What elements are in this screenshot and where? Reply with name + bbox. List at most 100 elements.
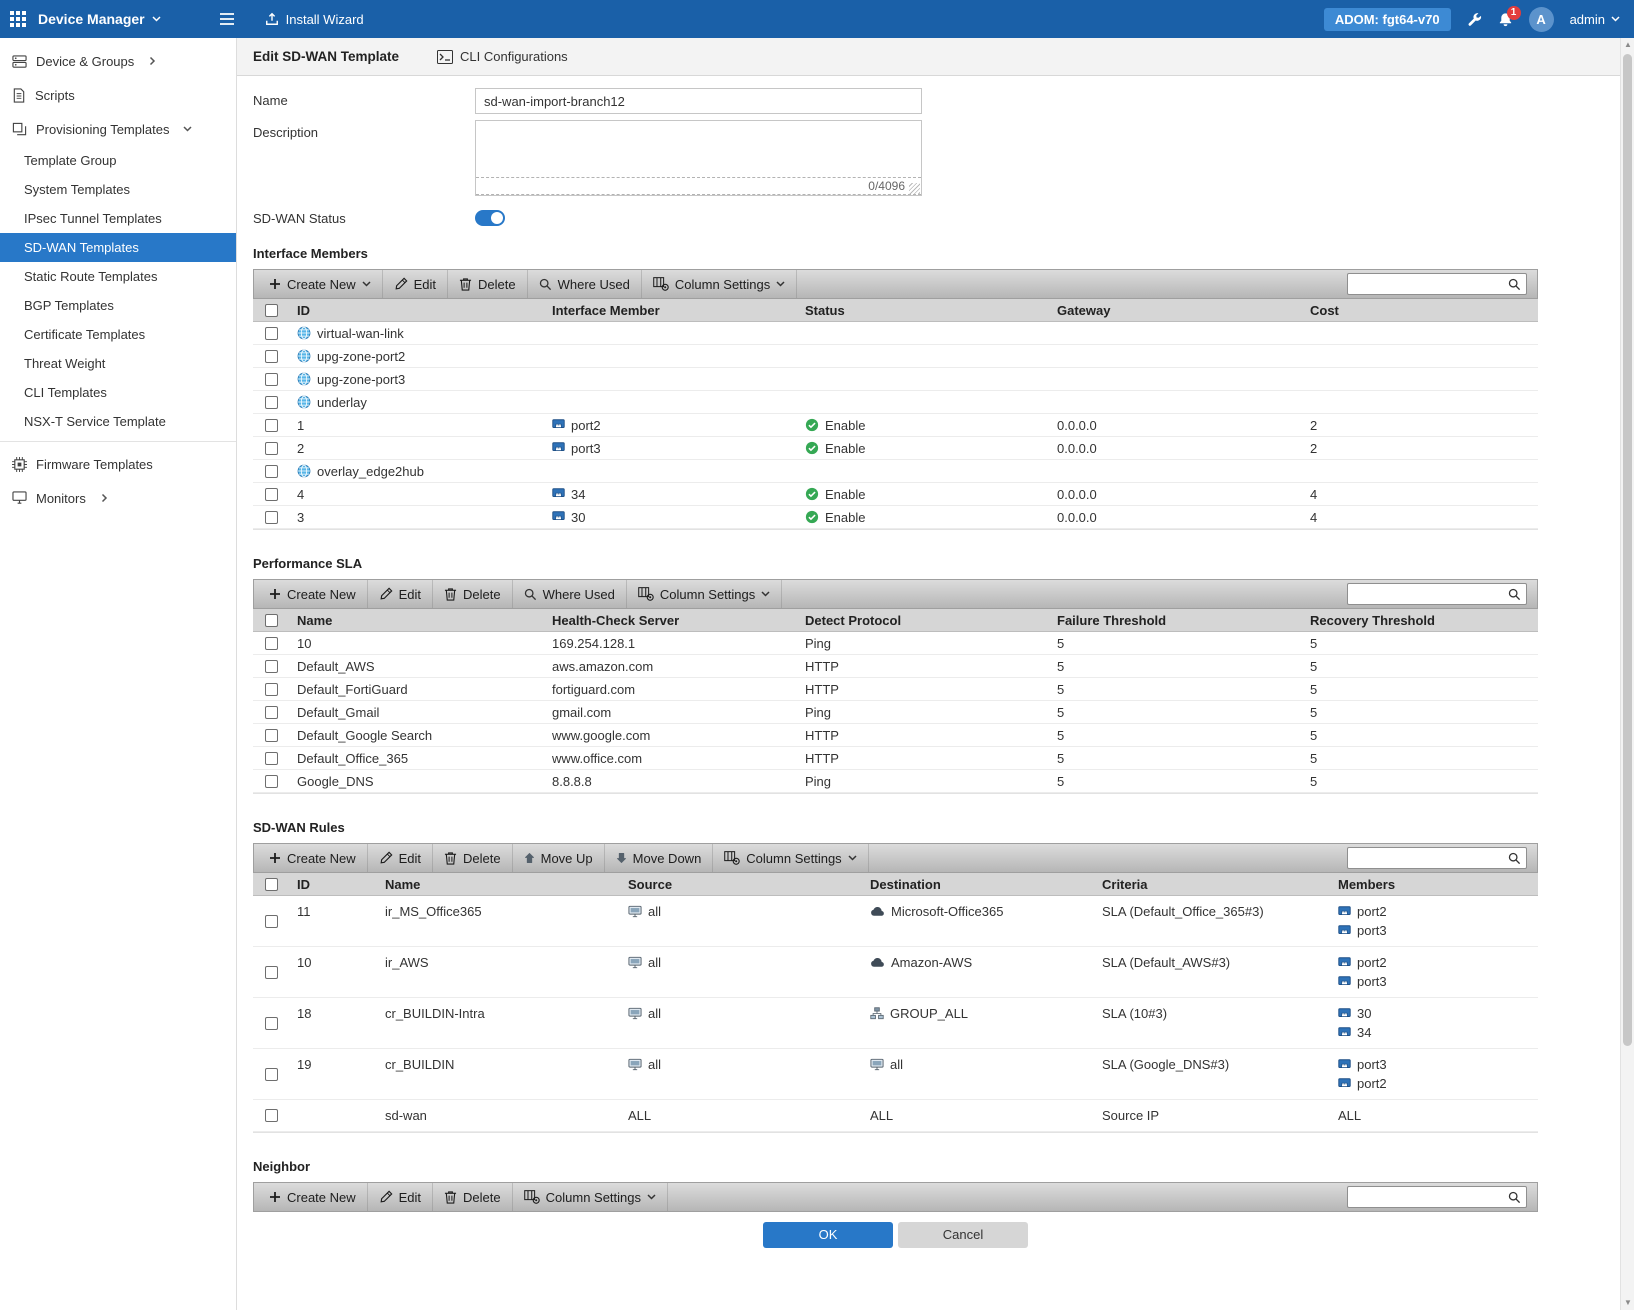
row-checkbox[interactable]	[265, 660, 278, 673]
select-all-checkbox[interactable]	[265, 614, 278, 627]
column-settings-button[interactable]: Column Settings	[627, 580, 782, 608]
table-row[interactable]: 1port2Enable0.0.0.02	[253, 414, 1538, 437]
table-row[interactable]: 19cr_BUILDINallallSLA (Google_DNS#3)port…	[253, 1049, 1538, 1100]
sidebar-item-firmware-templates[interactable]: Firmware Templates	[0, 447, 236, 481]
where-used-button[interactable]: Where Used	[528, 270, 642, 298]
column-header-gateway[interactable]: Gateway	[1049, 303, 1302, 318]
table-row[interactable]: Default_Google Searchwww.google.comHTTP5…	[253, 724, 1538, 747]
column-settings-button[interactable]: Column Settings	[642, 270, 797, 298]
row-checkbox[interactable]	[265, 683, 278, 696]
sidebar-item-device-groups[interactable]: Device & Groups	[0, 44, 236, 78]
table-row[interactable]: upg-zone-port3	[253, 368, 1538, 391]
column-header-criteria[interactable]: Criteria	[1094, 877, 1330, 892]
table-row[interactable]: 10ir_AWSallAmazon-AWSSLA (Default_AWS#3)…	[253, 947, 1538, 998]
resize-handle-icon[interactable]	[909, 183, 920, 194]
search-input[interactable]	[1355, 277, 1508, 291]
row-checkbox[interactable]	[265, 706, 278, 719]
row-checkbox[interactable]	[265, 729, 278, 742]
sdwan-status-toggle[interactable]	[475, 210, 505, 226]
column-header-health-check-server[interactable]: Health-Check Server	[544, 613, 797, 628]
row-checkbox[interactable]	[265, 488, 278, 501]
cancel-button[interactable]: Cancel	[898, 1222, 1028, 1248]
row-checkbox[interactable]	[265, 752, 278, 765]
create-new-button[interactable]: Create New	[258, 270, 383, 298]
app-grid-icon[interactable]	[10, 11, 26, 27]
table-row[interactable]: 18cr_BUILDIN-IntraallGROUP_ALLSLA (10#3)…	[253, 998, 1538, 1049]
name-input[interactable]	[475, 88, 922, 114]
table-row[interactable]: 434Enable0.0.0.04	[253, 483, 1538, 506]
column-header-source[interactable]: Source	[620, 877, 862, 892]
sidebar-item-ipsec-tunnel-templates[interactable]: IPsec Tunnel Templates	[0, 204, 236, 233]
row-checkbox[interactable]	[265, 637, 278, 650]
scroll-up-arrow[interactable]: ▲	[1621, 38, 1634, 52]
sidebar-item-cli-templates[interactable]: CLI Templates	[0, 378, 236, 407]
table-row[interactable]: sd-wanALLALLSource IPALL	[253, 1100, 1538, 1132]
ok-button[interactable]: OK	[763, 1222, 893, 1248]
sidebar-item-certificate-templates[interactable]: Certificate Templates	[0, 320, 236, 349]
row-checkbox[interactable]	[265, 775, 278, 788]
select-all-checkbox[interactable]	[265, 304, 278, 317]
table-row[interactable]: Default_Office_365www.office.comHTTP55	[253, 747, 1538, 770]
row-checkbox[interactable]	[265, 419, 278, 432]
delete-button[interactable]: Delete	[448, 270, 528, 298]
table-row[interactable]: overlay_edge2hub	[253, 460, 1538, 483]
tools-button[interactable]	[1467, 12, 1482, 27]
edit-button[interactable]: Edit	[368, 1183, 433, 1211]
edit-button[interactable]: Edit	[368, 580, 433, 608]
column-header-name[interactable]: Name	[289, 613, 544, 628]
column-header-recovery-threshold[interactable]: Recovery Threshold	[1302, 613, 1538, 628]
column-header-failure-threshold[interactable]: Failure Threshold	[1049, 613, 1302, 628]
column-header-members[interactable]: Members	[1330, 877, 1538, 892]
column-header-cost[interactable]: Cost	[1302, 303, 1538, 318]
column-settings-button[interactable]: Column Settings	[513, 1183, 668, 1211]
column-header-status[interactable]: Status	[797, 303, 1049, 318]
row-checkbox[interactable]	[265, 966, 278, 979]
row-checkbox[interactable]	[265, 1068, 278, 1081]
sidebar-item-nsx-t-service-template[interactable]: NSX-T Service Template	[0, 407, 236, 436]
row-checkbox[interactable]	[265, 396, 278, 409]
delete-button[interactable]: Delete	[433, 580, 513, 608]
avatar[interactable]: A	[1529, 7, 1554, 32]
column-header-name[interactable]: Name	[377, 877, 620, 892]
table-row[interactable]: Default_FortiGuardfortiguard.comHTTP55	[253, 678, 1538, 701]
delete-button[interactable]: Delete	[433, 1183, 513, 1211]
column-header-id[interactable]: ID	[289, 877, 377, 892]
sidebar-item-sd-wan-templates[interactable]: SD-WAN Templates	[0, 233, 236, 262]
adom-badge[interactable]: ADOM: fgt64-v70	[1324, 8, 1451, 31]
create-new-button[interactable]: Create New	[258, 844, 368, 872]
table-row[interactable]: upg-zone-port2	[253, 345, 1538, 368]
table-row[interactable]: virtual-wan-link	[253, 322, 1538, 345]
column-header-detect-protocol[interactable]: Detect Protocol	[797, 613, 1049, 628]
row-checkbox[interactable]	[265, 1017, 278, 1030]
column-settings-button[interactable]: Column Settings	[713, 844, 868, 872]
sidebar-item-static-route-templates[interactable]: Static Route Templates	[0, 262, 236, 291]
table-row[interactable]: 10169.254.128.1Ping55	[253, 632, 1538, 655]
move-up-button[interactable]: Move Up	[513, 844, 605, 872]
search-input[interactable]	[1355, 851, 1508, 865]
sidebar-item-template-group[interactable]: Template Group	[0, 146, 236, 175]
table-row[interactable]: Google_DNS8.8.8.8Ping55	[253, 770, 1538, 793]
description-input[interactable]	[476, 121, 921, 177]
row-checkbox[interactable]	[265, 350, 278, 363]
sidebar-item-system-templates[interactable]: System Templates	[0, 175, 236, 204]
table-row[interactable]: Default_AWSaws.amazon.comHTTP55	[253, 655, 1538, 678]
column-header-destination[interactable]: Destination	[862, 877, 1094, 892]
move-down-button[interactable]: Move Down	[605, 844, 714, 872]
row-checkbox[interactable]	[265, 327, 278, 340]
cli-configurations-button[interactable]: CLI Configurations	[437, 49, 568, 64]
row-checkbox[interactable]	[265, 465, 278, 478]
sidebar-item-scripts[interactable]: Scripts	[0, 78, 236, 112]
table-row[interactable]: underlay	[253, 391, 1538, 414]
sidebar-item-monitors[interactable]: Monitors	[0, 481, 236, 515]
scroll-down-arrow[interactable]: ▼	[1621, 1296, 1634, 1310]
edit-button[interactable]: Edit	[383, 270, 448, 298]
row-checkbox[interactable]	[265, 511, 278, 524]
row-checkbox[interactable]	[265, 915, 278, 928]
row-checkbox[interactable]	[265, 1109, 278, 1122]
install-wizard-button[interactable]: Install Wizard	[265, 12, 364, 27]
notifications-button[interactable]: 1	[1498, 12, 1513, 27]
search-input[interactable]	[1355, 1190, 1508, 1204]
scrollbar-thumb[interactable]	[1623, 54, 1632, 1046]
sidebar-collapse-button[interactable]	[219, 12, 235, 26]
row-checkbox[interactable]	[265, 442, 278, 455]
